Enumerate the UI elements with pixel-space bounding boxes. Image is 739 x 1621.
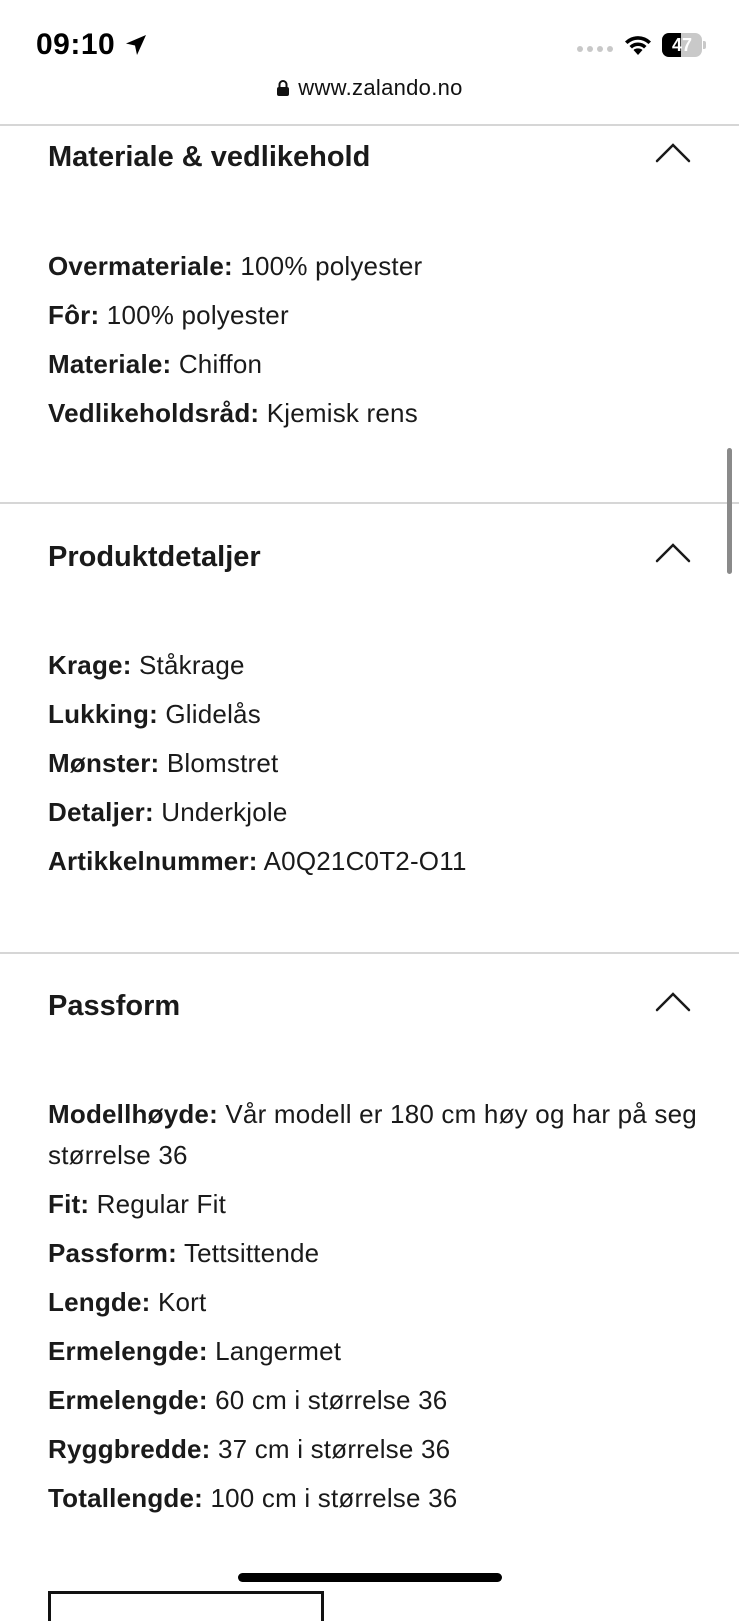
status-time: 09:10 (36, 28, 116, 61)
attribute-key: Artikkelnummer: (48, 846, 258, 876)
divider (0, 952, 739, 954)
divider (0, 124, 739, 126)
attribute-row: Detaljer: Underkjole (48, 792, 698, 833)
attribute-value: 100% polyester (240, 251, 423, 281)
location-arrow-icon (126, 35, 146, 55)
attribute-row: Krage: Ståkrage (48, 645, 698, 686)
attribute-value: Chiffon (178, 349, 263, 379)
attribute-value: 37 cm i størrelse 36 (217, 1434, 451, 1464)
divider (0, 502, 739, 504)
section-title: Materiale & vedlikehold (48, 141, 371, 173)
attribute-row: Fôr: 100% polyester (48, 295, 698, 336)
status-bar: 09:10 47 (0, 0, 739, 80)
url-bar[interactable]: www.zalando.no (0, 74, 739, 102)
attribute-value: Underkjole (161, 797, 288, 827)
attribute-key: Overmateriale: (48, 251, 233, 281)
attribute-value: Langermet (215, 1336, 342, 1366)
attribute-row: Passform: Tettsittende (48, 1233, 698, 1274)
attribute-value: 100% polyester (106, 300, 289, 330)
section-header-fit[interactable]: Passform (48, 990, 691, 1030)
attribute-value: 60 cm i størrelse 36 (215, 1385, 448, 1415)
attribute-value: Tettsittende (183, 1238, 320, 1268)
attribute-row: Fit: Regular Fit (48, 1184, 698, 1225)
section-title: Produktdetaljer (48, 541, 261, 573)
cellular-signal-icon (577, 46, 613, 52)
attribute-list: Modellhøyde: Vår modell er 180 cm høy og… (48, 1094, 698, 1527)
attribute-value: 100 cm i størrelse 36 (210, 1483, 458, 1513)
attribute-key: Passform: (48, 1238, 177, 1268)
attribute-row: Materiale: Chiffon (48, 344, 698, 385)
attribute-key: Lukking: (48, 699, 158, 729)
attribute-row: Ryggbredde: 37 cm i størrelse 36 (48, 1429, 698, 1470)
attribute-value: Ståkrage (139, 650, 245, 680)
attribute-row: Vedlikeholdsråd: Kjemisk rens (48, 393, 698, 434)
lock-icon (277, 80, 290, 96)
section-header-product-details[interactable]: Produktdetaljer (48, 541, 691, 581)
attribute-key: Vedlikeholdsråd: (48, 398, 260, 428)
home-indicator[interactable] (238, 1573, 502, 1582)
attribute-value: Kjemisk rens (266, 398, 418, 428)
attribute-row: Lukking: Glidelås (48, 694, 698, 735)
partial-button[interactable] (48, 1591, 324, 1621)
attribute-key: Ermelengde: (48, 1336, 208, 1366)
section-header-material-care[interactable]: Materiale & vedlikehold (48, 141, 691, 181)
attribute-key: Modellhøyde: (48, 1099, 218, 1129)
attribute-key: Fôr: (48, 300, 100, 330)
url-text: www.zalando.no (298, 75, 463, 100)
attribute-row: Lengde: Kort (48, 1282, 698, 1323)
attribute-key: Ryggbredde: (48, 1434, 211, 1464)
scrollbar[interactable] (727, 448, 732, 574)
attribute-row: Artikkelnummer: A0Q21C0T2-O11 (48, 841, 698, 882)
attribute-list: Krage: Ståkrage Lukking: Glidelås Mønste… (48, 645, 698, 890)
attribute-value: Glidelås (165, 699, 261, 729)
attribute-value: Regular Fit (96, 1189, 227, 1219)
attribute-row: Ermelengde: Langermet (48, 1331, 698, 1372)
attribute-row: Overmateriale: 100% polyester (48, 246, 698, 287)
attribute-key: Totallengde: (48, 1483, 204, 1513)
attribute-key: Fit: (48, 1189, 90, 1219)
chevron-up-icon[interactable] (655, 990, 691, 1014)
attribute-key: Mønster: (48, 748, 160, 778)
attribute-value: Kort (157, 1287, 207, 1317)
attribute-value: A0Q21C0T2-O11 (263, 846, 467, 876)
attribute-row: Mønster: Blomstret (48, 743, 698, 784)
wifi-icon (625, 36, 651, 55)
attribute-key: Materiale: (48, 349, 172, 379)
attribute-key: Ermelengde: (48, 1385, 208, 1415)
attribute-row: Ermelengde: 60 cm i størrelse 36 (48, 1380, 698, 1421)
battery-icon: 47 (662, 33, 706, 57)
attribute-value: Blomstret (166, 748, 279, 778)
attribute-key: Detaljer: (48, 797, 154, 827)
section-title: Passform (48, 990, 181, 1022)
attribute-list: Overmateriale: 100% polyester Fôr: 100% … (48, 246, 698, 442)
attribute-key: Lengde: (48, 1287, 151, 1317)
battery-level: 47 (671, 35, 693, 55)
attribute-row: Totallengde: 100 cm i størrelse 36 (48, 1478, 698, 1519)
attribute-row: Modellhøyde: Vår modell er 180 cm høy og… (48, 1094, 698, 1176)
chevron-up-icon[interactable] (655, 541, 691, 565)
attribute-key: Krage: (48, 650, 132, 680)
chevron-up-icon[interactable] (655, 141, 691, 165)
